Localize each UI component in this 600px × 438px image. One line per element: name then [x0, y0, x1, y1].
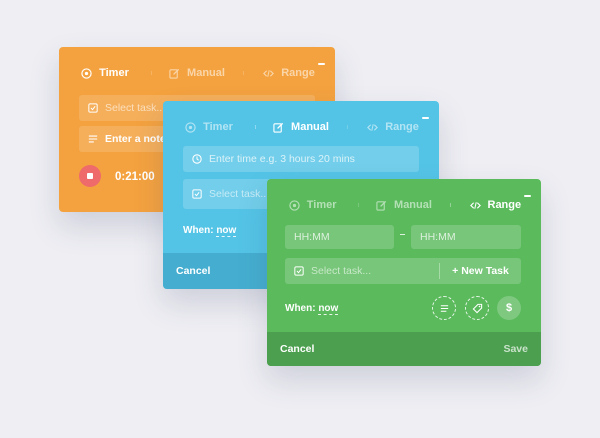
tab-timer[interactable]: Timer — [267, 199, 358, 211]
task-select[interactable]: Select task... + New Task — [285, 258, 521, 284]
tab-timer[interactable]: Timer — [163, 121, 255, 133]
checkbox-icon — [88, 103, 98, 113]
tab-manual[interactable]: Manual — [358, 199, 449, 211]
tab-timer[interactable]: Timer — [59, 67, 151, 79]
tab-label: Timer — [203, 121, 233, 133]
range-icon — [469, 201, 481, 209]
elapsed-time: 0:21:00 — [115, 171, 155, 183]
new-task-button[interactable]: + New Task — [439, 263, 521, 279]
when-row: When: now — [183, 225, 237, 237]
range-icon — [263, 69, 275, 77]
tab-label: Timer — [306, 199, 337, 211]
tab-manual[interactable]: Manual — [255, 121, 347, 133]
tab-manual[interactable]: Manual — [151, 67, 243, 79]
task-placeholder: Select task... — [105, 102, 166, 114]
time-placeholder: Enter time e.g. 3 hours 20 mins — [209, 153, 355, 165]
stop-timer-button[interactable] — [79, 165, 101, 187]
note-placeholder: Enter a note — [105, 133, 166, 145]
clock-icon — [185, 121, 196, 133]
edit-icon — [273, 122, 284, 133]
minimize-icon[interactable] — [422, 117, 429, 119]
when-label: When: — [285, 303, 316, 314]
clock-icon — [289, 199, 300, 211]
end-time-input[interactable]: HH:MM — [411, 225, 521, 249]
mode-tabs: Timer Manual Range — [267, 193, 541, 217]
when-value[interactable]: now — [216, 225, 237, 237]
save-button[interactable]: Save — [503, 343, 528, 355]
range-separator — [400, 234, 405, 235]
add-note-button[interactable] — [432, 296, 456, 320]
checkbox-icon — [294, 266, 304, 276]
when-label: When: — [183, 225, 214, 236]
tab-label: Manual — [291, 121, 329, 133]
tab-range[interactable]: Range — [347, 121, 439, 133]
edit-icon — [376, 200, 387, 211]
note-icon — [440, 304, 448, 312]
tab-label: Range — [281, 67, 315, 79]
range-icon — [367, 123, 379, 131]
cancel-button[interactable]: Cancel — [176, 265, 210, 277]
tab-label: Manual — [394, 199, 432, 211]
dollar-icon: $ — [505, 302, 513, 314]
note-icon — [88, 135, 98, 143]
checkbox-icon — [192, 189, 202, 199]
tab-range[interactable]: Range — [449, 199, 541, 211]
when-value[interactable]: now — [318, 303, 339, 315]
tab-label: Manual — [187, 67, 225, 79]
end-time-placeholder: HH:MM — [420, 231, 456, 243]
when-row: When: now — [285, 303, 339, 315]
tab-range[interactable]: Range — [243, 67, 335, 79]
tab-label: Range — [385, 121, 419, 133]
mode-tabs: Timer Manual Range — [59, 61, 335, 85]
range-card: Timer Manual Range HH:MM HH:MM Select ta… — [267, 179, 541, 366]
card-footer: Cancel Save — [267, 332, 541, 366]
stop-icon — [87, 173, 93, 179]
tab-label: Range — [487, 199, 522, 211]
cancel-button[interactable]: Cancel — [280, 343, 314, 355]
start-time-input[interactable]: HH:MM — [285, 225, 394, 249]
minimize-icon[interactable] — [318, 63, 325, 65]
mode-tabs: Timer Manual Range — [163, 115, 439, 139]
tab-label: Timer — [99, 67, 129, 79]
time-input[interactable]: Enter time e.g. 3 hours 20 mins — [183, 146, 419, 172]
task-placeholder: Select task... — [209, 188, 270, 200]
clock-icon — [192, 154, 202, 164]
tag-icon — [472, 303, 482, 313]
billable-button[interactable]: $ — [497, 296, 521, 320]
edit-icon — [169, 68, 180, 79]
minimize-icon[interactable] — [524, 195, 531, 197]
clock-icon — [81, 67, 92, 79]
add-tag-button[interactable] — [465, 296, 489, 320]
task-placeholder: Select task... — [311, 265, 372, 277]
start-time-placeholder: HH:MM — [294, 231, 330, 243]
